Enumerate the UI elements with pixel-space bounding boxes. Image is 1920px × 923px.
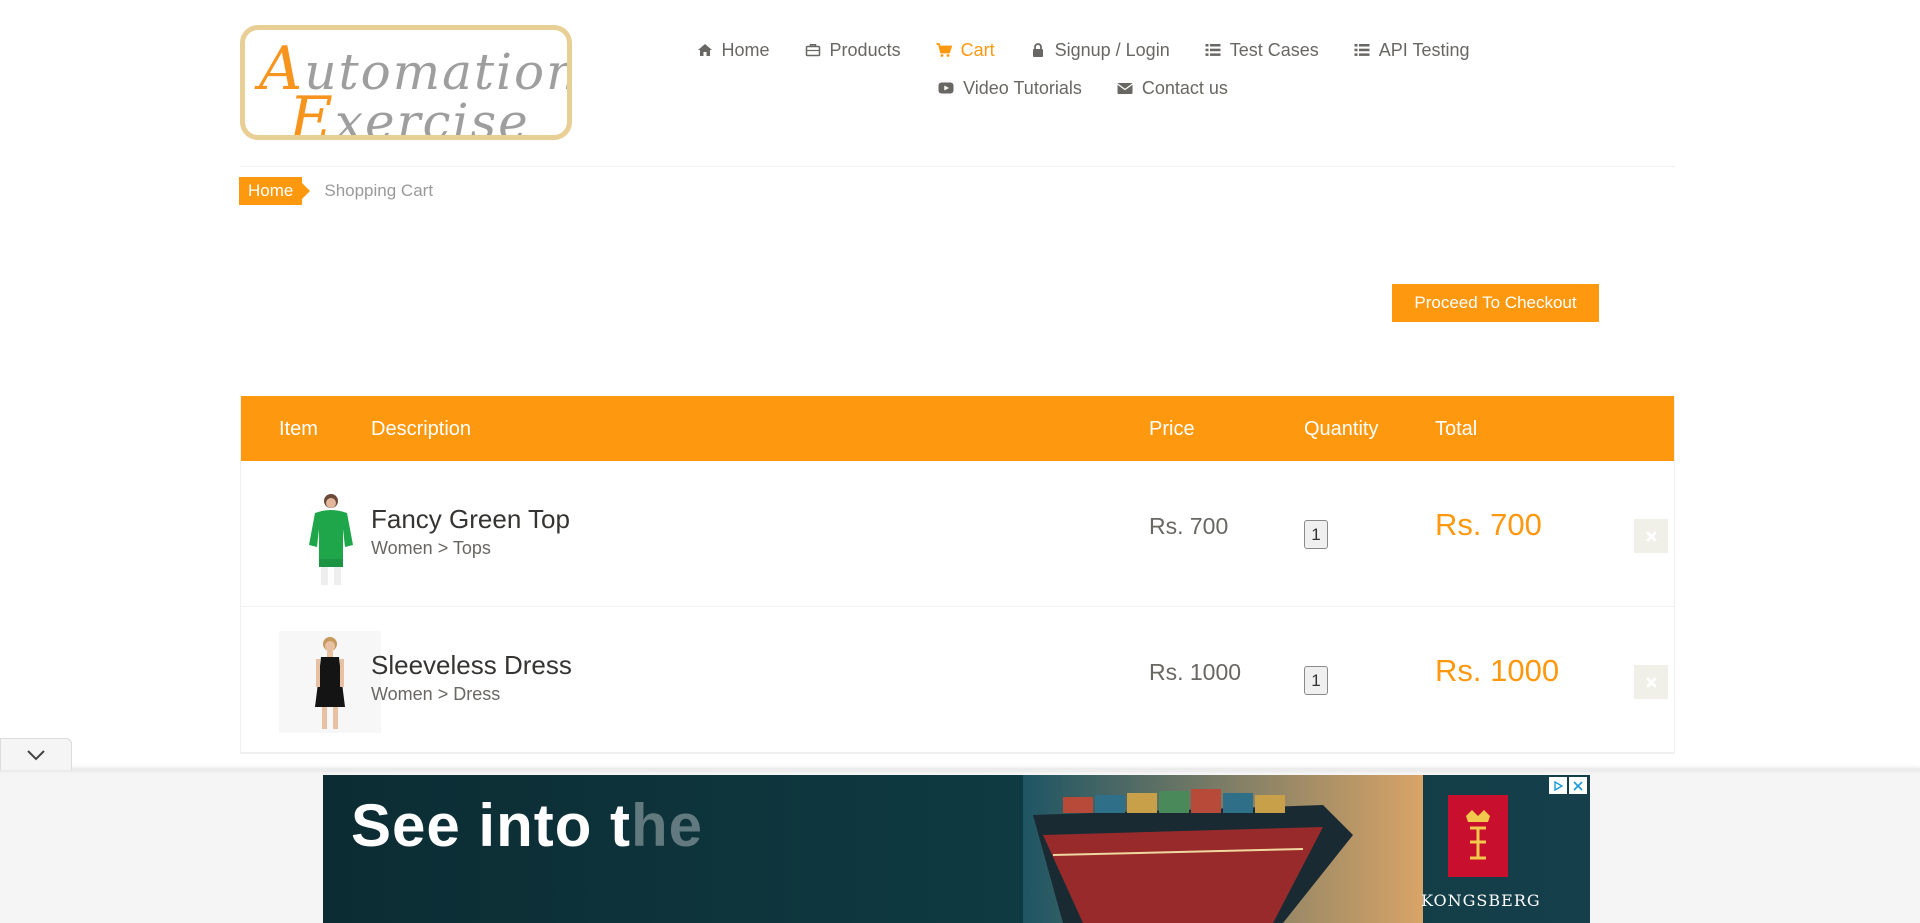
product-category: Women > Dress xyxy=(371,684,501,704)
header-divider xyxy=(240,166,1675,167)
home-icon xyxy=(696,41,714,59)
cart-table: Item Description Price Quantity Total Fa… xyxy=(240,396,1675,754)
youtube-play-icon xyxy=(937,79,955,97)
nav-test-cases[interactable]: Test Cases xyxy=(1204,40,1319,61)
breadcrumb-home[interactable]: Home xyxy=(239,177,311,205)
nav-products-label: Products xyxy=(829,39,901,60)
nav-contact-us-label: Contact us xyxy=(1141,77,1228,98)
column-header-price: Price xyxy=(1149,418,1195,440)
ad-divider xyxy=(0,768,1920,772)
ad-banner[interactable]: See into the KONGSBERG xyxy=(323,775,1590,923)
close-icon xyxy=(1573,780,1583,791)
delete-item-button[interactable] xyxy=(1634,665,1668,699)
nav-api-testing[interactable]: API Testing xyxy=(1353,39,1470,61)
nav-contact-us[interactable]: Contact us xyxy=(1116,78,1228,99)
list-icon xyxy=(1204,41,1222,59)
close-icon xyxy=(1645,676,1657,688)
product-price: Rs. 700 xyxy=(1149,513,1229,539)
column-header-quantity: Quantity xyxy=(1304,418,1379,440)
quantity-button[interactable]: 1 xyxy=(1304,520,1328,549)
cart-table-header: Item Description Price Quantity Total xyxy=(241,396,1674,461)
ad-controls xyxy=(1549,777,1587,794)
kongsberg-logo xyxy=(1448,795,1508,877)
nav-row-primary: Home Products Cart Signup / Login Test C… xyxy=(697,38,1469,62)
ad-choices-button[interactable] xyxy=(1549,777,1567,794)
product-total: Rs. 1000 xyxy=(1435,653,1560,688)
nav-api-testing-label: API Testing xyxy=(1378,39,1470,60)
shopping-cart-icon xyxy=(935,41,953,59)
lock-icon xyxy=(1029,41,1047,59)
product-price: Rs. 1000 xyxy=(1149,659,1242,685)
ad-brand-name: KONGSBERG xyxy=(1421,891,1541,910)
close-icon xyxy=(1645,530,1657,542)
nav-test-cases-label: Test Cases xyxy=(1229,39,1319,60)
main-nav: Home Products Cart Signup / Login Test C… xyxy=(697,38,1469,114)
product-name[interactable]: Sleeveless Dress xyxy=(371,650,572,681)
nav-video-tutorials-label: Video Tutorials xyxy=(963,77,1082,98)
product-name[interactable]: Fancy Green Top xyxy=(371,504,570,535)
product-image-fancy-green-top[interactable] xyxy=(279,485,381,587)
nav-cart-label: Cart xyxy=(960,39,995,60)
nav-home[interactable]: Home xyxy=(696,40,770,61)
logo-line-exercise: Exercise xyxy=(289,84,530,140)
cart-row: Fancy Green Top Women > Tops Rs. 700 1 R… xyxy=(241,461,1674,607)
briefcase-icon xyxy=(804,41,822,59)
breadcrumb: Home Shopping Cart xyxy=(239,177,433,205)
delete-item-button[interactable] xyxy=(1634,519,1668,553)
column-header-total: Total xyxy=(1435,418,1478,440)
product-category: Women > Tops xyxy=(371,538,491,558)
ad-choices-icon xyxy=(1554,780,1564,791)
nav-cart[interactable]: Cart xyxy=(935,40,995,61)
proceed-to-checkout-button[interactable]: Proceed To Checkout xyxy=(1392,284,1599,322)
chevron-down-icon xyxy=(27,749,45,760)
breadcrumb-current: Shopping Cart xyxy=(324,181,434,200)
product-total: Rs. 700 xyxy=(1435,507,1542,542)
nav-home-label: Home xyxy=(721,39,770,60)
column-header-description: Description xyxy=(371,418,472,440)
ad-close-button[interactable] xyxy=(1569,777,1587,794)
site-logo[interactable]: Automation Exercise xyxy=(240,25,572,140)
nav-video-tutorials[interactable]: Video Tutorials xyxy=(937,78,1082,99)
product-image-sleeveless-dress[interactable] xyxy=(279,631,381,733)
nav-row-secondary: Video Tutorials Contact us xyxy=(700,76,1465,100)
nav-signup-login-label: Signup / Login xyxy=(1054,39,1170,60)
cart-row: Sleeveless Dress Women > Dress Rs. 1000 … xyxy=(241,607,1674,753)
quantity-button[interactable]: 1 xyxy=(1304,666,1328,695)
ad-headline: See into the xyxy=(351,792,704,859)
ad-ship-image xyxy=(1023,775,1423,923)
list-icon xyxy=(1353,41,1371,59)
envelope-icon xyxy=(1116,79,1134,97)
column-header-item: Item xyxy=(279,418,318,440)
nav-signup-login[interactable]: Signup / Login xyxy=(1029,40,1170,61)
ad-collapse-toggle[interactable] xyxy=(0,738,72,770)
nav-products[interactable]: Products xyxy=(804,40,901,61)
